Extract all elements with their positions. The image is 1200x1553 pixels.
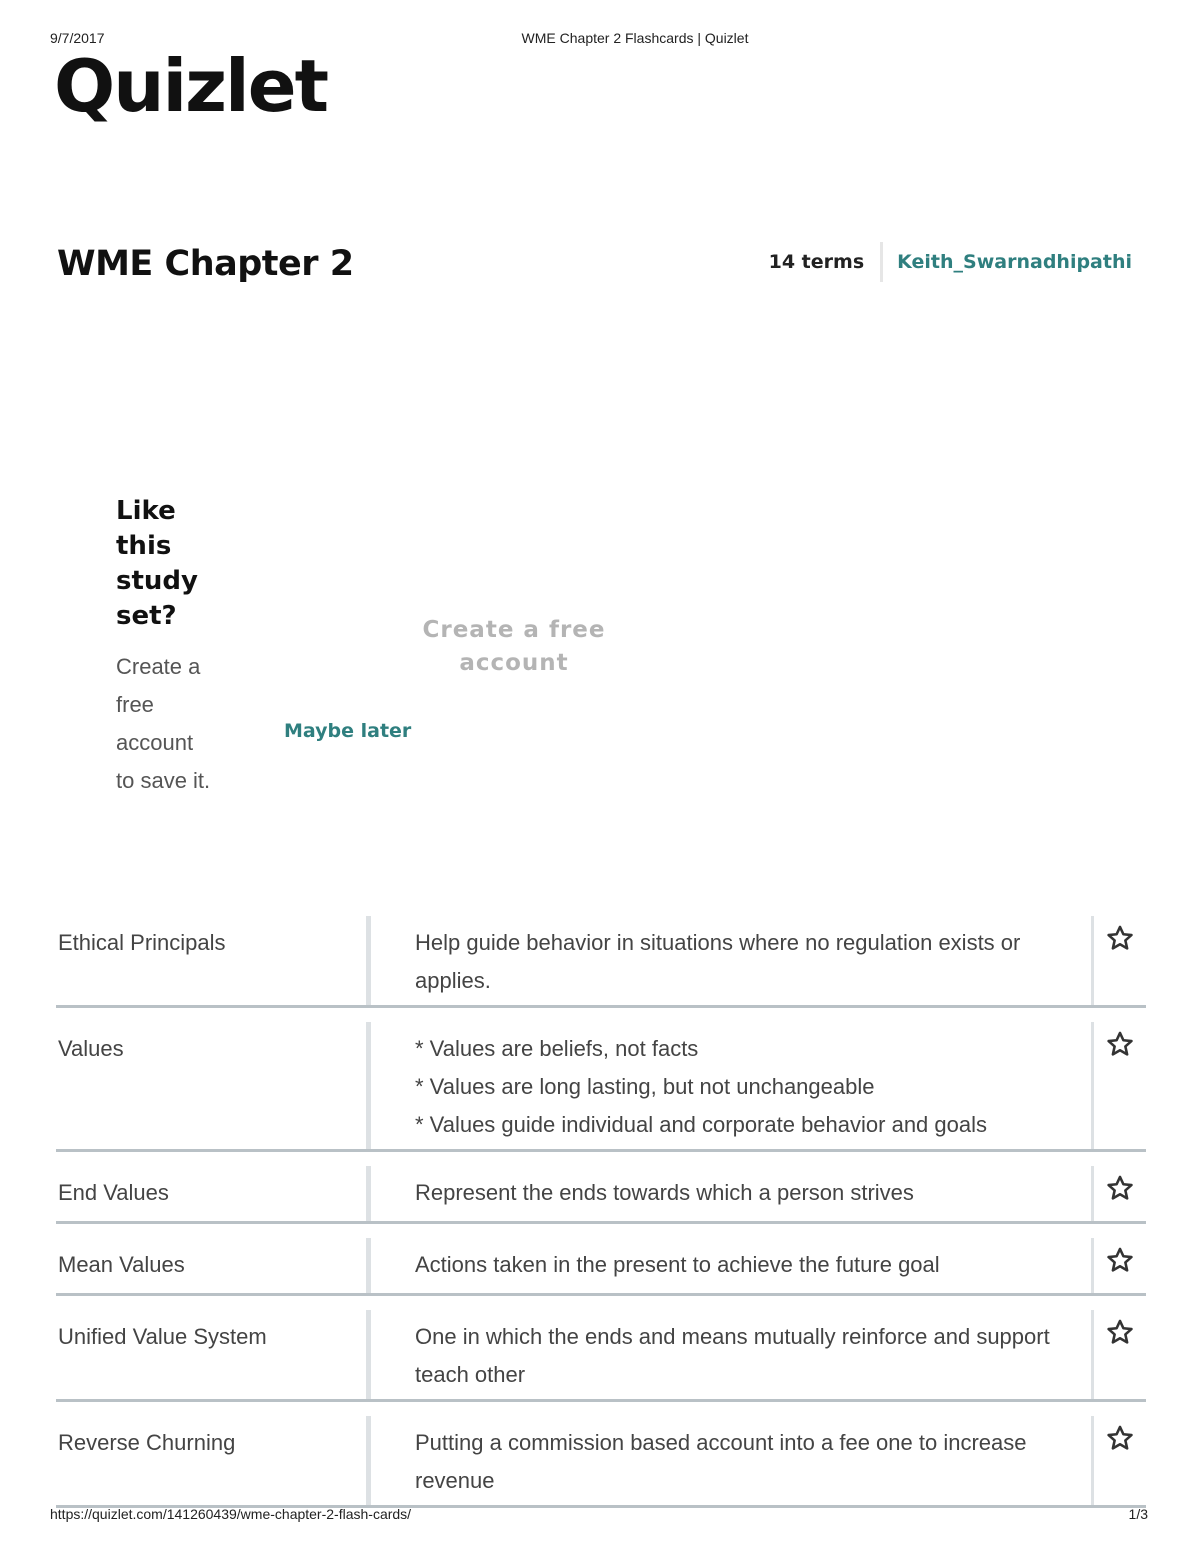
definition-text: Putting a commission based account into … bbox=[371, 1416, 1091, 1508]
print-footer-page: 1/3 bbox=[1128, 1506, 1148, 1522]
definition-line: * Values are long lasting, but not uncha… bbox=[415, 1074, 875, 1099]
definition-line: Actions taken in the present to achieve … bbox=[415, 1252, 940, 1277]
terms-table: Ethical Principals Help guide behavior in… bbox=[56, 916, 1146, 1522]
meta-divider bbox=[880, 242, 884, 282]
definition-line: One in which the ends and means mutually… bbox=[415, 1324, 1050, 1387]
definition-text: One in which the ends and means mutually… bbox=[371, 1310, 1091, 1402]
star-cell bbox=[1094, 1166, 1146, 1224]
term-text: Unified Value System bbox=[58, 1324, 267, 1349]
definition-line: Represent the ends towards which a perso… bbox=[415, 1180, 914, 1205]
definition-text: Help guide behavior in situations where … bbox=[371, 916, 1091, 1008]
term-row: Ethical Principals Help guide behavior in… bbox=[56, 916, 1146, 1008]
term-text: Values bbox=[58, 1036, 124, 1061]
promo-heading: Like this study set? bbox=[116, 496, 198, 631]
term-text: Ethical Principals bbox=[58, 930, 226, 955]
definition-line: * Values are beliefs, not facts bbox=[415, 1036, 699, 1061]
maybe-later-button[interactable]: Maybe later bbox=[284, 720, 411, 742]
definition-line: * Values guide individual and corporate … bbox=[415, 1112, 987, 1137]
promo-subtext: Create a free account to save it. bbox=[116, 654, 211, 793]
star-icon[interactable] bbox=[1106, 1174, 1134, 1202]
star-cell bbox=[1094, 1238, 1146, 1296]
definition-text: Actions taken in the present to achieve … bbox=[371, 1238, 1091, 1296]
definition-line: Help guide behavior in situations where … bbox=[415, 930, 1021, 993]
star-cell bbox=[1094, 1022, 1146, 1152]
star-icon[interactable] bbox=[1106, 1030, 1134, 1058]
definition-line: Putting a commission based account into … bbox=[415, 1430, 1027, 1493]
definition-text: Represent the ends towards which a perso… bbox=[371, 1166, 1091, 1224]
star-cell bbox=[1094, 1310, 1146, 1402]
term-text: Mean Values bbox=[58, 1252, 185, 1277]
terms-count: 14 terms bbox=[768, 251, 865, 273]
term-row: Mean Values Actions taken in the present … bbox=[56, 1238, 1146, 1296]
star-icon[interactable] bbox=[1106, 1424, 1134, 1452]
author-link[interactable]: Keith_Swarnadhipathi bbox=[897, 251, 1132, 273]
print-footer-url: https://quizlet.com/141260439/wme-chapte… bbox=[50, 1506, 412, 1522]
star-icon[interactable] bbox=[1106, 924, 1134, 952]
term-text: End Values bbox=[58, 1180, 169, 1205]
star-cell bbox=[1094, 1416, 1146, 1508]
term-row: Reverse Churning Putting a commission bas… bbox=[56, 1416, 1146, 1508]
set-meta: 14 terms Keith_Swarnadhipathi bbox=[769, 242, 1132, 282]
star-icon[interactable] bbox=[1106, 1246, 1134, 1274]
star-icon[interactable] bbox=[1106, 1318, 1134, 1346]
star-cell bbox=[1094, 916, 1146, 1008]
term-row: Unified Value System One in which the end… bbox=[56, 1310, 1146, 1402]
create-account-button[interactable]: Create a free account bbox=[412, 614, 616, 680]
definition-text: * Values are beliefs, not facts * Values … bbox=[371, 1022, 1091, 1152]
quizlet-logo[interactable]: Quizlet bbox=[54, 44, 329, 128]
set-title: WME Chapter 2 bbox=[57, 244, 354, 284]
term-text: Reverse Churning bbox=[58, 1430, 236, 1455]
term-row: Values * Values are beliefs, not facts * V… bbox=[56, 1022, 1146, 1152]
term-row: End Values Represent the ends towards whi… bbox=[56, 1166, 1146, 1224]
